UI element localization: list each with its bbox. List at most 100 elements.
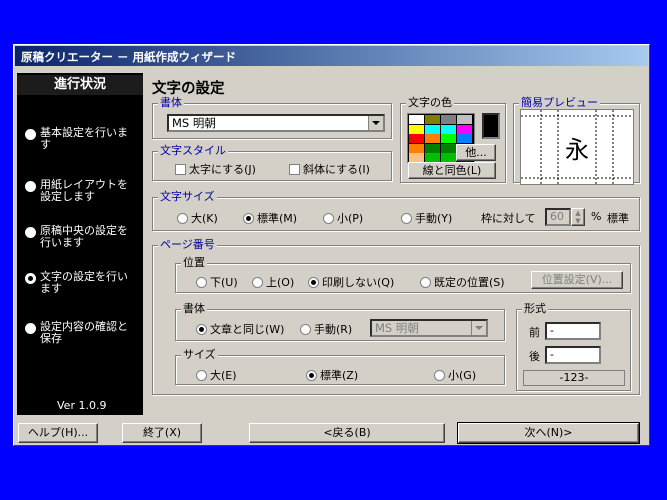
preview-canvas: 永 [520, 109, 634, 185]
back-button[interactable]: <戻る(B) [249, 423, 445, 443]
bold-checkbox[interactable]: 太字にする(J) [175, 161, 256, 176]
radio-label: 手動(R) [314, 323, 353, 336]
exit-button[interactable]: 終了(X) [122, 423, 202, 443]
position-setting-button[interactable]: 位置設定(V)... [531, 271, 623, 289]
color-swatch[interactable] [409, 134, 424, 143]
prefix-input[interactable]: - [545, 322, 601, 340]
radio-icon [196, 369, 207, 381]
position-bottom-radio[interactable]: 下(U) [196, 274, 238, 289]
radio-label: 大(E) [210, 369, 237, 382]
font-select-value: MS 明朝 [172, 116, 216, 130]
size-manual-radio[interactable]: 手動(Y) [401, 210, 453, 225]
color-swatch[interactable] [409, 143, 424, 153]
text-style-group: 文字スタイル 太字にする(J) 斜体にする(I) [152, 145, 392, 181]
page-number-size-label: サイズ [181, 348, 218, 361]
step-label: 原稿中央の設定を行います [40, 224, 128, 249]
color-swatch[interactable] [425, 115, 440, 124]
pn-size-small-radio[interactable]: 小(G) [434, 367, 477, 382]
color-swatch[interactable] [441, 153, 456, 162]
window-title: 原稿クリエーター － 用紙作成ウィザード [21, 50, 237, 64]
format-sample: -123- [523, 370, 625, 386]
color-swatch[interactable] [457, 134, 472, 143]
relative-to-frame-label: 枠に対して [481, 212, 536, 225]
checkbox-box-icon [289, 163, 300, 175]
text-size-group: 文字サイズ 大(K) 標準(M) 小(P) 手動(Y) 枠に対して 60 ▲ ▼ … [152, 191, 640, 231]
font-group-label: 書体 [158, 96, 184, 109]
radio-selected-icon [308, 276, 319, 288]
title-bar: 原稿クリエーター － 用紙作成ウィザード [15, 46, 648, 66]
radio-icon [300, 323, 311, 335]
size-spinner-arrows-icon[interactable]: ▲ ▼ [571, 208, 585, 226]
progress-sidebar: 進行状況 基本設定を行います 用紙レイアウトを設定します 原稿中央の設定を行いま… [17, 73, 143, 415]
font-select[interactable]: MS 明朝 [167, 114, 385, 132]
radio-label: 小(G) [448, 369, 477, 382]
wizard-window: 原稿クリエーター － 用紙作成ウィザード 進行状況 基本設定を行います 用紙レイ… [13, 44, 650, 446]
page-number-label: ページ番号 [158, 238, 217, 251]
page-number-font-select[interactable]: MS 明朝 [370, 319, 488, 337]
preview-label: 簡易プレビュー [519, 96, 600, 109]
position-default-radio[interactable]: 既定の位置(S) [420, 274, 505, 289]
radio-label: 手動(Y) [415, 212, 453, 225]
radio-label: 印刷しない(Q) [322, 276, 395, 289]
chevron-down-icon [368, 116, 383, 130]
radio-label: 文章と同じ(W) [210, 323, 285, 336]
text-size-label: 文字サイズ [158, 190, 217, 203]
color-swatch[interactable] [425, 134, 440, 143]
bold-checkbox-label: 太字にする(J) [189, 163, 256, 176]
color-swatch[interactable] [441, 115, 456, 124]
color-swatch[interactable] [441, 134, 456, 143]
other-color-button[interactable]: 他... [456, 144, 496, 161]
page-number-size-group: サイズ 大(E) 標準(Z) 小(G) [175, 349, 505, 385]
size-percent-input[interactable]: 60 [545, 208, 571, 226]
position-top-radio[interactable]: 上(O) [252, 274, 294, 289]
checkbox-box-icon [175, 163, 186, 175]
position-label: 位置 [181, 256, 207, 269]
font-same-as-text-radio[interactable]: 文章と同じ(W) [196, 321, 285, 336]
size-large-radio[interactable]: 大(K) [177, 210, 218, 225]
radio-label: 標準(Z) [320, 369, 359, 382]
position-no-print-radio[interactable]: 印刷しない(Q) [308, 274, 395, 289]
color-swatch[interactable] [409, 153, 424, 162]
step-indicator-icon [25, 227, 36, 238]
sidebar-title: 進行状況 [17, 75, 143, 95]
color-swatch[interactable] [441, 143, 456, 153]
color-swatch[interactable] [425, 153, 440, 162]
color-swatch[interactable] [409, 124, 424, 134]
current-color-swatch [482, 113, 500, 139]
color-swatch[interactable] [457, 124, 472, 134]
radio-label: 大(K) [191, 212, 218, 225]
italic-checkbox[interactable]: 斜体にする(I) [289, 161, 370, 176]
page-number-position-group: 位置 下(U) 上(O) 印刷しない(Q) 既定の位置(S) 位置設定(V)..… [175, 257, 631, 293]
font-group: 書体 MS 明朝 [152, 97, 392, 139]
pn-size-large-radio[interactable]: 大(E) [196, 367, 237, 382]
radio-selected-icon [306, 369, 317, 381]
suffix-input[interactable]: - [545, 346, 601, 364]
step-label: 文字の設定を行います [40, 270, 128, 295]
pn-size-standard-radio[interactable]: 標準(Z) [306, 367, 359, 382]
size-standard-radio[interactable]: 標準(M) [243, 210, 298, 225]
version-label: Ver 1.0.9 [57, 399, 107, 412]
color-swatch[interactable] [409, 115, 424, 124]
color-swatch[interactable] [441, 124, 456, 134]
step-indicator-icon [25, 129, 36, 140]
page-title: 文字の設定 [152, 81, 225, 97]
text-style-label: 文字スタイル [158, 144, 228, 157]
color-swatch[interactable] [425, 143, 440, 153]
font-manual-radio[interactable]: 手動(R) [300, 321, 353, 336]
radio-icon [196, 276, 207, 288]
page-number-format-group: 形式 前 - 後 - -123- [516, 303, 631, 391]
color-swatch[interactable] [457, 115, 472, 124]
next-button[interactable]: 次へ(N)> [457, 422, 640, 444]
page-number-font-value: MS 明朝 [375, 321, 419, 335]
color-swatch[interactable] [425, 124, 440, 134]
step-indicator-icon [25, 323, 36, 334]
same-as-line-color-button[interactable]: 線と同色(L) [408, 162, 496, 179]
radio-icon [420, 276, 431, 288]
help-button[interactable]: ヘルプ(H)... [18, 423, 98, 443]
format-label: 形式 [522, 302, 548, 315]
chevron-down-icon [471, 321, 486, 335]
step-label: 用紙レイアウトを設定します [40, 178, 128, 203]
size-small-radio[interactable]: 小(P) [323, 210, 363, 225]
preview-character: 永 [565, 136, 589, 164]
radio-label: 標準(M) [257, 212, 298, 225]
